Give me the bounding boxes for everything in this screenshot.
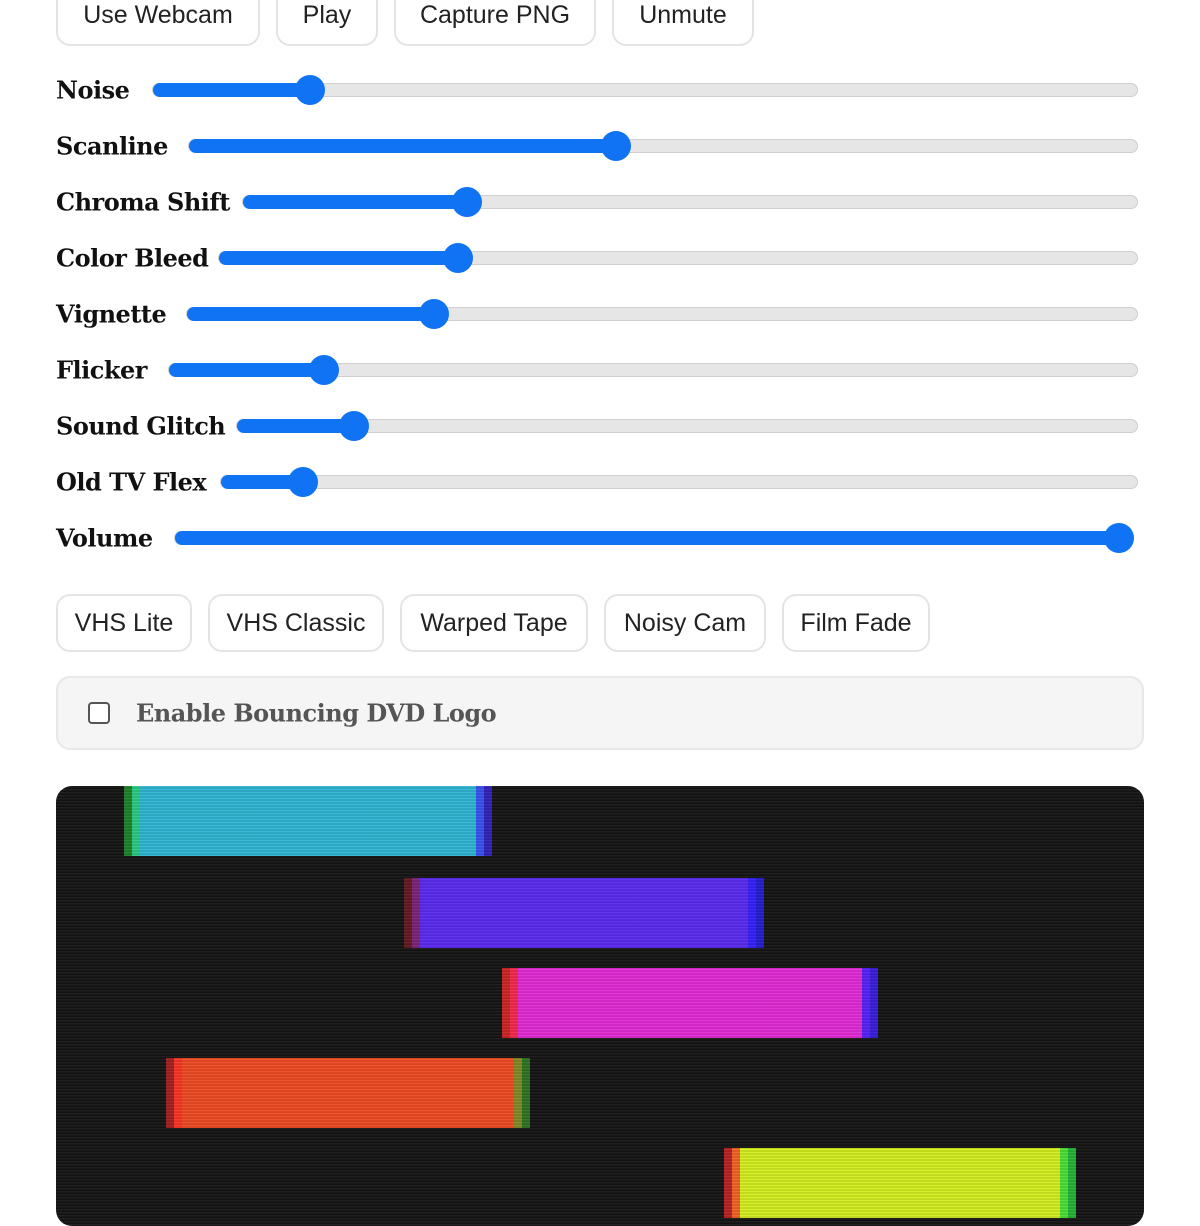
old-tv-flex-slider-row: Old TV Flex: [56, 462, 1138, 502]
flicker-slider-fill: [169, 363, 324, 377]
sound-glitch-slider-fill: [237, 419, 354, 433]
chroma-shift-slider-row: Chroma Shift: [56, 182, 1138, 222]
flicker-slider-thumb[interactable]: [308, 355, 339, 385]
noise-label: Noise: [56, 75, 130, 105]
volume-slider[interactable]: [174, 523, 1134, 553]
chroma-shift-slider-thumb[interactable]: [451, 187, 482, 217]
color-bleed-slider-row: Color Bleed: [56, 238, 1138, 278]
color-bleed-label: Color Bleed: [56, 243, 209, 273]
vignette-label: Vignette: [56, 299, 167, 329]
color-bar-orange: [166, 1058, 530, 1128]
scanline-slider-thumb[interactable]: [600, 131, 631, 161]
sound-glitch-label: Sound Glitch: [56, 411, 226, 441]
volume-slider-thumb[interactable]: [1104, 523, 1134, 553]
preset-vhs-classic-button[interactable]: VHS Classic: [208, 594, 384, 652]
scanline-label: Scanline: [56, 131, 168, 161]
preset-warped-tape-button[interactable]: Warped Tape: [400, 594, 588, 652]
vignette-slider[interactable]: [186, 299, 1138, 329]
chroma-shift-slider-fill: [243, 195, 467, 209]
color-bleed-slider[interactable]: [218, 243, 1138, 273]
chroma-shift-slider[interactable]: [242, 187, 1138, 217]
flicker-slider-row: Flicker: [56, 350, 1138, 390]
noise-slider-fill: [153, 83, 311, 97]
color-bar-cyan: [124, 786, 492, 856]
sound-glitch-slider-thumb[interactable]: [339, 411, 369, 441]
color-bar-violet: [404, 878, 764, 948]
old-tv-flex-slider-thumb[interactable]: [288, 467, 319, 497]
video-canvas: [56, 786, 1144, 1226]
noise-slider-thumb[interactable]: [295, 75, 326, 105]
noise-slider-row: Noise: [56, 70, 1138, 110]
chroma-shift-label: Chroma Shift: [56, 187, 230, 217]
preset-noisy-cam-button[interactable]: Noisy Cam: [604, 594, 766, 652]
unmute-button[interactable]: Unmute: [612, 0, 754, 46]
use-webcam-button[interactable]: Use Webcam: [56, 0, 260, 46]
sound-glitch-slider-row: Sound Glitch: [56, 406, 1138, 446]
color-bar-magenta: [502, 968, 878, 1038]
vignette-slider-row: Vignette: [56, 294, 1138, 334]
flicker-label: Flicker: [56, 355, 147, 385]
old-tv-flex-slider[interactable]: [220, 467, 1138, 497]
scanline-slider[interactable]: [188, 131, 1138, 161]
noise-slider[interactable]: [152, 75, 1138, 105]
capture-png-button[interactable]: Capture PNG: [394, 0, 596, 46]
color-bleed-slider-thumb[interactable]: [442, 243, 473, 273]
old-tv-flex-label: Old TV Flex: [56, 467, 207, 497]
volume-slider-row: Volume: [56, 518, 1138, 558]
scanline-slider-row: Scanline: [56, 126, 1138, 166]
dvd-logo-checkbox[interactable]: [88, 702, 110, 724]
color-bar-yellow: [724, 1148, 1076, 1218]
play-button[interactable]: Play: [276, 0, 378, 46]
volume-label: Volume: [56, 523, 153, 553]
sound-glitch-slider[interactable]: [236, 411, 1138, 441]
scanline-slider-fill: [189, 139, 616, 153]
flicker-slider[interactable]: [168, 355, 1138, 385]
vignette-slider-thumb[interactable]: [419, 299, 449, 329]
dvd-logo-panel: Enable Bouncing DVD Logo: [56, 676, 1144, 750]
preset-vhs-lite-button[interactable]: VHS Lite: [56, 594, 192, 652]
volume-slider-fill: [175, 531, 1119, 545]
color-bleed-slider-fill: [219, 251, 458, 265]
preset-film-fade-button[interactable]: Film Fade: [782, 594, 930, 652]
dvd-logo-label[interactable]: Enable Bouncing DVD Logo: [136, 699, 497, 728]
vignette-slider-fill: [187, 307, 434, 321]
